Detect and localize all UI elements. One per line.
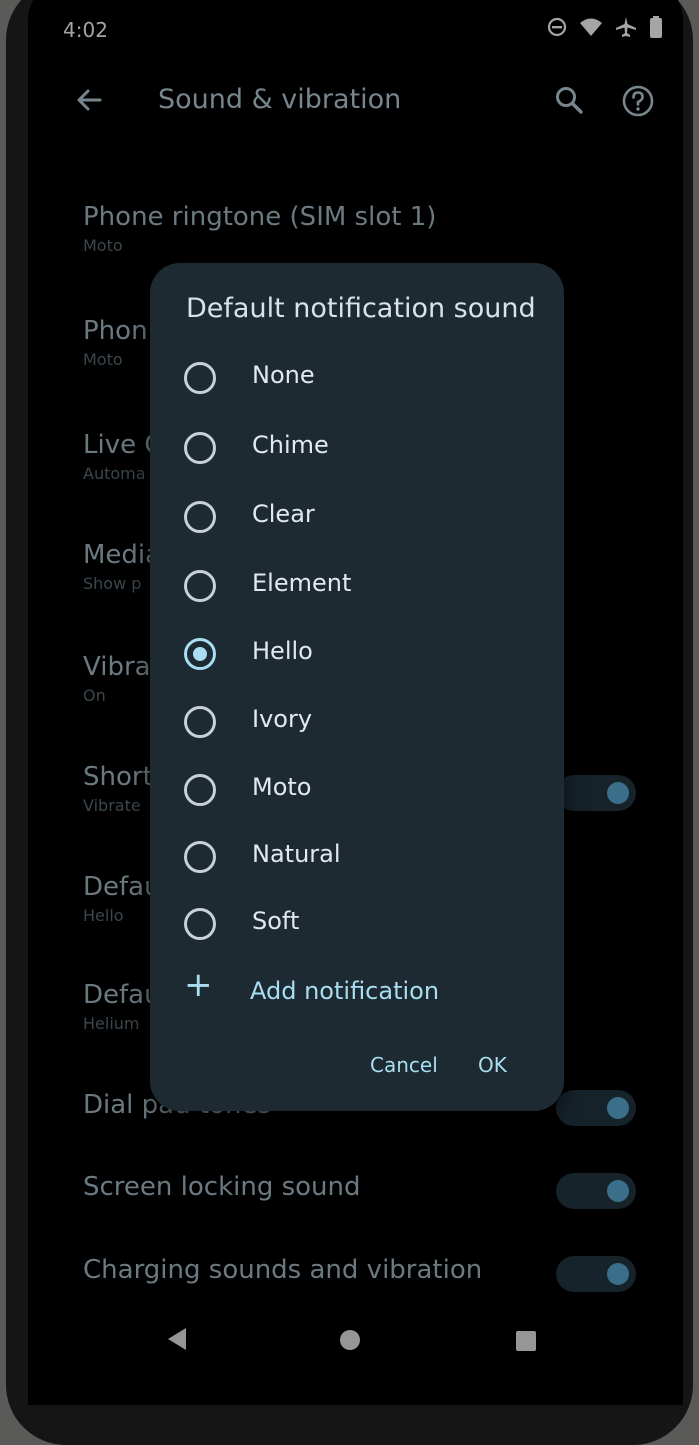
option-label: Moto — [252, 773, 312, 801]
option-label: Soft — [252, 907, 300, 935]
radio-button[interactable] — [184, 501, 216, 533]
radio-button[interactable] — [184, 362, 216, 394]
option-label: Hello — [252, 637, 313, 665]
option-label: None — [252, 361, 315, 389]
option-label: Element — [252, 569, 352, 597]
option-hello[interactable]: Hello — [184, 631, 524, 681]
option-label: Natural — [252, 840, 341, 868]
notification-sound-dialog: Default notification sound None Chime Cl… — [150, 263, 564, 1111]
option-none[interactable]: None — [184, 355, 524, 405]
radio-button[interactable] — [184, 908, 216, 940]
option-label: Chime — [252, 431, 329, 459]
option-label: Ivory — [252, 705, 313, 733]
option-ivory[interactable]: Ivory — [184, 699, 524, 749]
radio-button[interactable] — [184, 570, 216, 602]
radio-button-selected[interactable] — [184, 638, 216, 670]
radio-button[interactable] — [184, 706, 216, 738]
option-clear[interactable]: Clear — [184, 494, 524, 544]
radio-button[interactable] — [184, 841, 216, 873]
add-notification-label: Add notification — [250, 977, 440, 1005]
screen: 4:02 Sound & vibration Phone ringtone (S… — [28, 0, 683, 1405]
radio-button[interactable] — [184, 432, 216, 464]
option-soft[interactable]: Soft — [184, 901, 524, 951]
option-natural[interactable]: Natural — [184, 834, 524, 884]
option-label: Clear — [252, 500, 315, 528]
option-moto[interactable]: Moto — [184, 767, 524, 817]
add-notification-button[interactable]: + Add notification — [184, 965, 524, 1011]
dialog-title: Default notification sound — [186, 293, 536, 324]
option-element[interactable]: Element — [184, 563, 524, 613]
cancel-button[interactable]: Cancel — [370, 1053, 438, 1077]
radio-button[interactable] — [184, 774, 216, 806]
plus-icon: + — [184, 965, 213, 1005]
phone-frame: 4:02 Sound & vibration Phone ringtone (S… — [6, 0, 693, 1445]
ok-button[interactable]: OK — [478, 1053, 507, 1077]
option-chime[interactable]: Chime — [184, 425, 524, 475]
